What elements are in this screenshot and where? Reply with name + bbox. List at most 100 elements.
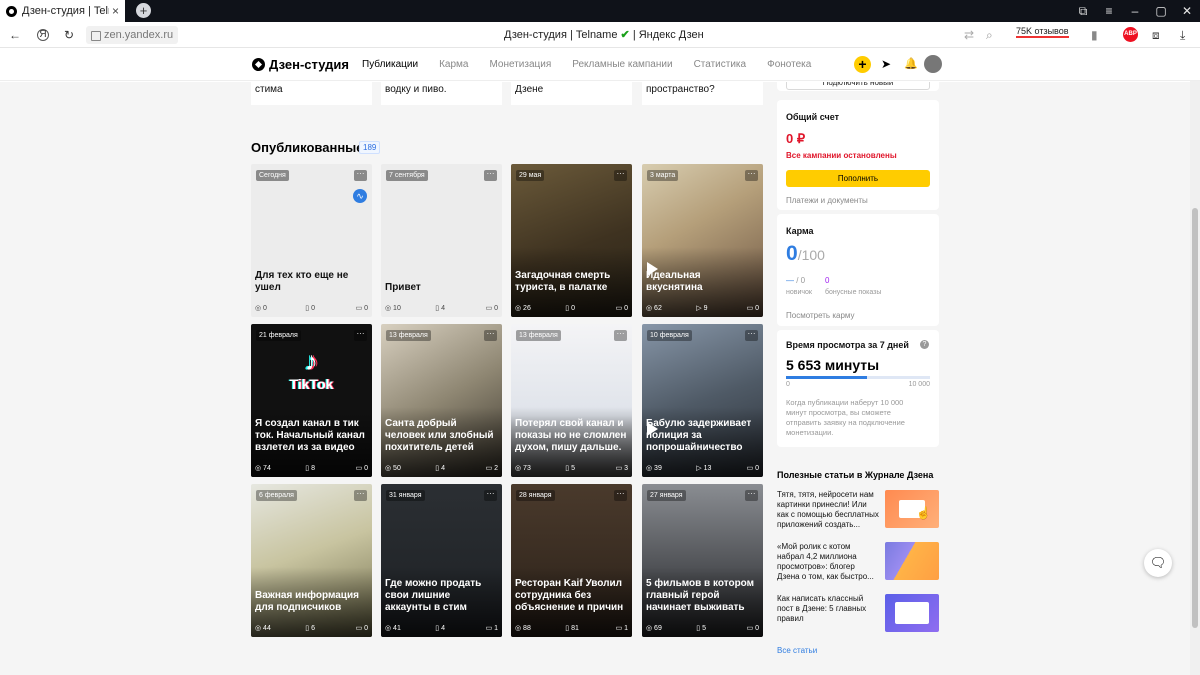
site-header: Дзен-студия Публикации Карма Монетизация… bbox=[0, 48, 1200, 81]
download-icon[interactable]: ⤓ bbox=[1180, 28, 1185, 43]
browser-tab[interactable]: Дзен-студия | Telname × bbox=[0, 0, 125, 22]
card-menu-icon[interactable]: ··· bbox=[745, 490, 758, 501]
progress-min: 0 bbox=[786, 381, 790, 388]
scrollbar-thumb[interactable] bbox=[1192, 208, 1198, 628]
verified-check-icon: ✔ bbox=[620, 29, 630, 41]
journal-article[interactable]: Тятя, тятя, нейросети нам картинки прине… bbox=[777, 490, 939, 530]
karma-panel: Карма 0/100 — / 0 новичок 0 бонусные пок… bbox=[777, 214, 939, 326]
back-icon[interactable]: ← bbox=[9, 28, 21, 42]
bonus-stat: 0 bbox=[825, 276, 830, 285]
url-field[interactable]: zen.yandex.ru bbox=[86, 26, 179, 44]
newbie-label: новичок bbox=[786, 289, 812, 296]
publication-card[interactable]: Сегодня ··· ∿ Для тех кто еще не ушел ◎ 0 ▯ 0… bbox=[251, 164, 372, 317]
publication-card[interactable]: 31 января ··· Где можно продать свои лишни… bbox=[381, 484, 502, 637]
journal-article[interactable]: Как написать классный пост в Дзене: 5 гл… bbox=[777, 594, 939, 634]
new-tab-button[interactable]: + bbox=[136, 3, 151, 18]
comments-stat: ▭ 1 bbox=[485, 625, 499, 632]
view-karma-link[interactable]: Посмотреть карму bbox=[786, 311, 855, 320]
close-window-icon[interactable]: ✕ bbox=[1174, 4, 1200, 18]
publication-card[interactable]: 13 февраля ··· Санта добрый человек или зл… bbox=[381, 324, 502, 477]
card-title: Идеальная вкуснятина bbox=[646, 270, 703, 293]
publication-card[interactable]: 27 января ··· 5 фильмов в котором главный … bbox=[642, 484, 763, 637]
publication-card[interactable]: 28 января ··· Ресторан Kaif Уволил сотрудн… bbox=[511, 484, 632, 637]
card-menu-icon[interactable]: ··· bbox=[614, 330, 627, 341]
bookmark-icon[interactable]: ▮ bbox=[1091, 28, 1098, 42]
nav-publications[interactable]: Публикации bbox=[362, 59, 418, 70]
article-thumb bbox=[885, 542, 939, 580]
card-menu-icon[interactable]: ··· bbox=[354, 170, 367, 181]
card-menu-icon[interactable]: ··· bbox=[484, 330, 497, 341]
topup-button[interactable]: Пополнить bbox=[786, 170, 930, 187]
publication-card[interactable]: 10 февраля ··· Бабулю задерживает полиция … bbox=[642, 324, 763, 477]
draft-card[interactable]: продавая аккаунты стима bbox=[251, 82, 372, 105]
publication-card[interactable]: 13 февраля ··· Потерял свой канал и показы… bbox=[511, 324, 632, 477]
card-title: Важная информация для подписчиков bbox=[255, 590, 359, 613]
card-title: Я создал канал в тик ток. Начальный кана… bbox=[255, 418, 365, 453]
send-icon[interactable]: ➤ bbox=[881, 57, 891, 71]
tabs-menu-icon[interactable]: ⧉ bbox=[1070, 4, 1096, 19]
publication-card[interactable]: 3 марта ··· Идеальная вкуснятина ◎ 62 ▷ 9 ▭ 0 bbox=[642, 164, 763, 317]
help-icon[interactable]: ? bbox=[920, 340, 929, 349]
comments-stat: ▭ 0 bbox=[615, 305, 629, 312]
card-menu-icon[interactable]: ··· bbox=[614, 490, 627, 501]
publication-card[interactable]: 7 сентября ··· Привет ◎ 10 ▯ 4 ▭ 0 bbox=[381, 164, 502, 317]
nav-music-library[interactable]: Фонотека bbox=[767, 59, 811, 70]
extensions-icon[interactable]: ⧈ bbox=[1152, 28, 1160, 43]
campaigns-stopped: Все кампании остановлены bbox=[786, 151, 897, 160]
account-panel: Общий счет 0 ₽ Все кампании остановлены … bbox=[777, 100, 939, 210]
adblock-icon[interactable]: ABP bbox=[1123, 27, 1138, 42]
card-menu-icon[interactable]: ··· bbox=[745, 330, 758, 341]
comments-stat: ▭ 3 bbox=[615, 465, 629, 472]
nav-karma[interactable]: Карма bbox=[439, 59, 468, 70]
translate-icon[interactable]: ⇄ bbox=[964, 28, 974, 42]
views-stat: ◎ 10 bbox=[385, 305, 401, 312]
card-menu-icon[interactable]: ··· bbox=[354, 490, 367, 501]
menu-icon[interactable]: ≡ bbox=[1096, 4, 1122, 18]
reads-stat: ▯ 0 bbox=[305, 305, 315, 312]
publication-card[interactable]: ♪ TikTok 21 февраля ··· Я создал канал в тик… bbox=[251, 324, 372, 477]
logo[interactable]: Дзен-студия bbox=[252, 57, 349, 72]
comments-stat: ▭ 0 bbox=[746, 625, 760, 632]
comments-stat: ▭ 0 bbox=[355, 305, 369, 312]
reads-stat: ▷ 13 bbox=[696, 465, 712, 472]
chat-support-icon[interactable]: 🗨 bbox=[1144, 549, 1172, 577]
create-button[interactable]: + bbox=[854, 56, 871, 73]
minimize-icon[interactable]: – bbox=[1122, 4, 1148, 18]
avatar[interactable] bbox=[924, 55, 942, 73]
card-menu-icon[interactable]: ··· bbox=[484, 170, 497, 181]
all-articles-link[interactable]: Все статьи bbox=[777, 646, 817, 655]
bell-icon[interactable]: 🔔 bbox=[904, 57, 918, 70]
card-stats: ◎ 69 ▯ 5 ▭ 0 bbox=[646, 624, 759, 632]
nav-monetization[interactable]: Монетизация bbox=[489, 59, 551, 70]
address-bar: ← Я ↻ zen.yandex.ru Дзен-студия | Telnam… bbox=[0, 22, 1200, 48]
reads-stat: ▯ 0 bbox=[565, 305, 575, 312]
connect-new-button[interactable]: Подключить новый bbox=[786, 82, 930, 90]
card-title: Загадочная смерть туриста, в палатке bbox=[515, 270, 611, 293]
yandex-icon[interactable]: Я bbox=[37, 29, 49, 41]
maximize-icon[interactable]: ▢ bbox=[1148, 4, 1174, 18]
nav-statistics[interactable]: Статистика bbox=[694, 59, 747, 70]
article-thumb: ☝ bbox=[885, 490, 939, 528]
tab-close-icon[interactable]: × bbox=[112, 4, 119, 18]
karma-value: 0/100 bbox=[786, 242, 825, 265]
reviews-badge[interactable]: 75K отзывов bbox=[1016, 26, 1069, 38]
draft-card[interactable]: получается на Яндекс Дзене bbox=[511, 82, 632, 105]
publication-card[interactable]: 29 мая ··· Загадочная смерть туриста, в па… bbox=[511, 164, 632, 317]
journal-article[interactable]: «Мой ролик с котом набрал 4,2 миллиона п… bbox=[777, 542, 939, 582]
card-menu-icon[interactable]: ··· bbox=[745, 170, 758, 181]
card-menu-icon[interactable]: ··· bbox=[484, 490, 497, 501]
nav-ad-campaigns[interactable]: Рекламные кампании bbox=[572, 59, 672, 70]
card-stats: ◎ 88 ▯ 81 ▭ 1 bbox=[515, 624, 628, 632]
reload-icon[interactable]: ↻ bbox=[64, 28, 74, 42]
card-menu-icon[interactable]: ··· bbox=[354, 330, 367, 341]
reads-stat: ▷ 9 bbox=[696, 305, 708, 312]
draft-card[interactable]: курить? Или как не пить водку и пиво. bbox=[381, 82, 502, 105]
publication-card[interactable]: 6 февраля ··· Важная информация для подпис… bbox=[251, 484, 372, 637]
progress-max: 10 000 bbox=[908, 381, 930, 388]
card-date: 27 января bbox=[647, 490, 686, 501]
scrollbar[interactable] bbox=[1190, 48, 1200, 675]
card-menu-icon[interactable]: ··· bbox=[614, 170, 627, 181]
payments-link[interactable]: Платежи и документы bbox=[786, 196, 868, 205]
draft-card[interactable]: четырехмерное пространство? bbox=[642, 82, 763, 105]
search-icon[interactable]: ⌕ bbox=[986, 28, 993, 43]
